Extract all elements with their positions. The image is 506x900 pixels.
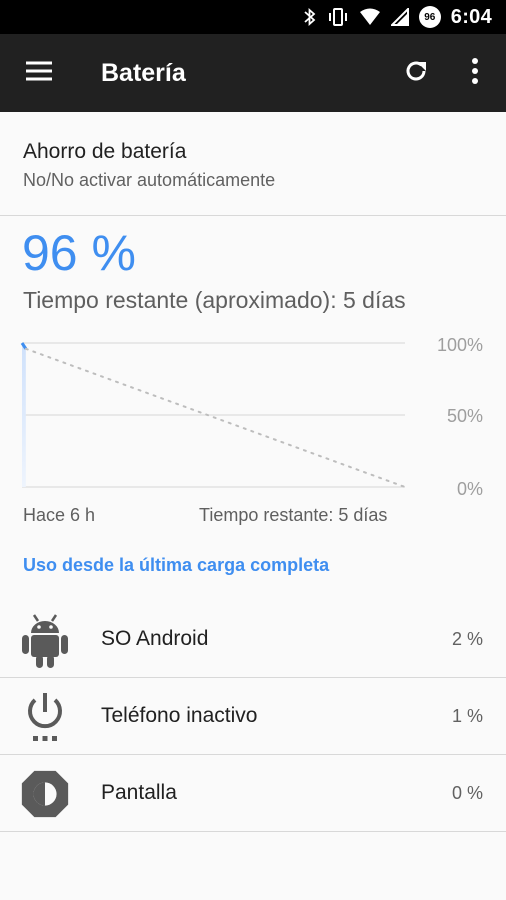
battery-percent: 96 % (22, 225, 136, 281)
more-vert-icon (471, 57, 479, 89)
brightness-icon (18, 767, 72, 821)
y-tick-0: 0% (456, 479, 483, 499)
bluetooth-icon (303, 7, 317, 27)
usage-item-name: Teléfono inactivo (101, 704, 258, 727)
x-start-label: Hace 6 h (23, 505, 96, 525)
battery-saver-status: No/No activar automáticamente (23, 170, 276, 190)
status-time: 6:04 (450, 5, 492, 28)
page-title: Batería (101, 59, 186, 87)
signal-icon (390, 8, 409, 26)
projection-line (24, 347, 406, 488)
y-tick-50: 50% (446, 406, 483, 426)
battery-saver-row[interactable]: Ahorro de batería No/No activar automáti… (0, 112, 506, 216)
usage-item-screen[interactable]: Pantalla 0 % (0, 755, 506, 832)
menu-button[interactable] (19, 53, 59, 93)
usage-item-android-os[interactable]: SO Android 2 % (0, 601, 506, 678)
battery-level-icon: 96 (418, 6, 441, 28)
usage-item-name: SO Android (101, 627, 209, 650)
usage-item-percent: 1 % (451, 706, 483, 726)
usage-section-title: Uso desde la última carga completa (23, 555, 330, 575)
x-end-label: Tiempo restante: 5 días (199, 505, 388, 525)
refresh-icon (403, 58, 429, 89)
time-remaining: Tiempo restante (aproximado): 5 días (23, 287, 406, 313)
wifi-icon (359, 8, 381, 26)
power-idle-icon (18, 690, 72, 744)
usage-item-percent: 0 % (451, 783, 483, 803)
y-tick-100: 100% (436, 335, 483, 355)
toolbar: Batería (0, 34, 506, 112)
vibrate-icon (327, 7, 349, 27)
refresh-button[interactable] (396, 53, 436, 93)
status-bar: 96 6:04 (0, 0, 506, 34)
android-icon (18, 613, 72, 668)
usage-item-name: Pantalla (101, 781, 177, 804)
battery-saver-title: Ahorro de batería (23, 140, 187, 163)
history-area (22, 343, 26, 487)
menu-icon (25, 61, 53, 86)
more-options-button[interactable] (455, 53, 495, 93)
battery-chart (20, 342, 406, 488)
usage-item-phone-idle[interactable]: Teléfono inactivo 1 % (0, 678, 506, 755)
usage-item-percent: 2 % (451, 629, 483, 649)
